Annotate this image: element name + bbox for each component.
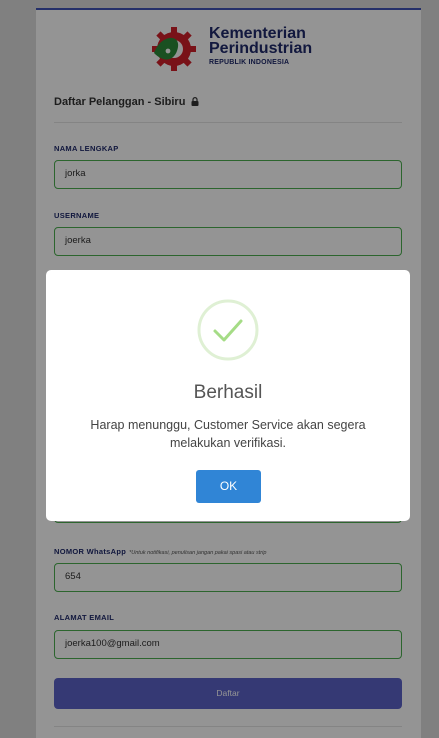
- modal-message: Harap menunggu, Customer Service akan se…: [90, 418, 366, 450]
- ok-button[interactable]: OK: [196, 470, 261, 503]
- success-check-icon: [197, 299, 259, 361]
- modal-title: Berhasil: [193, 382, 263, 403]
- success-modal: Berhasil Harap menunggu, Customer Servic…: [46, 270, 410, 521]
